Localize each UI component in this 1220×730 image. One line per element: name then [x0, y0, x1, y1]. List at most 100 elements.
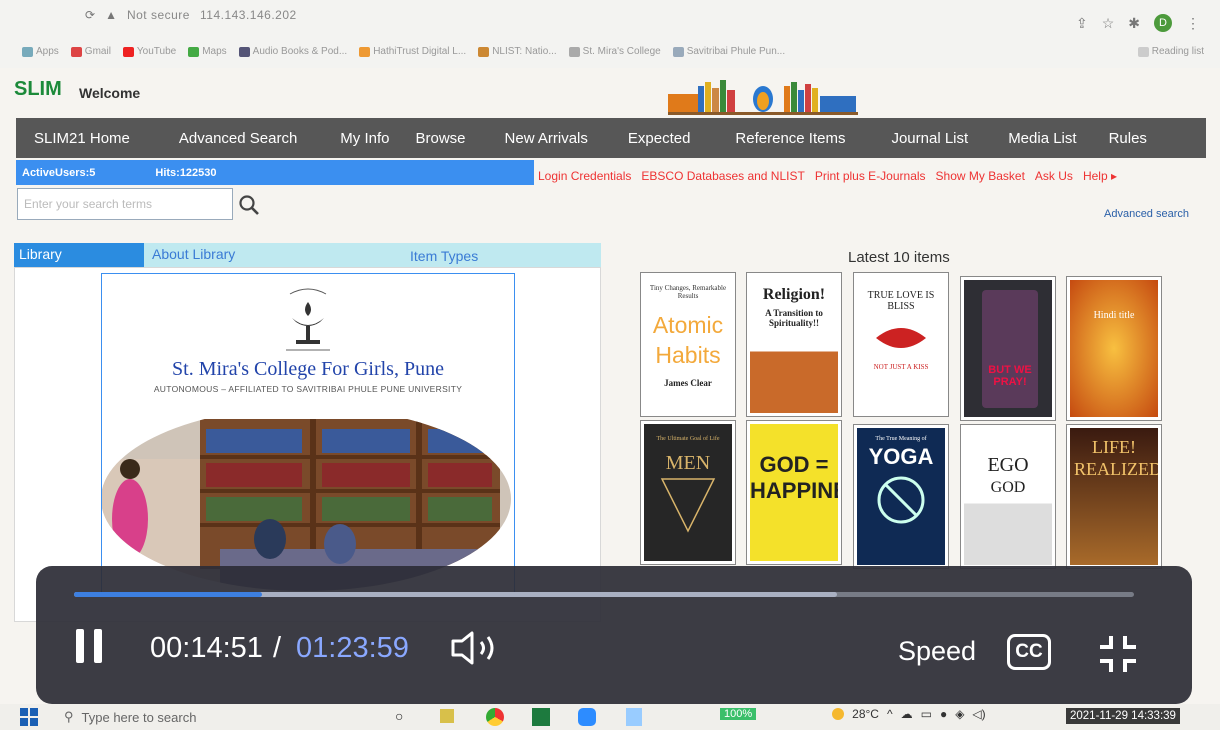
nav-home[interactable]: SLIM21 Home: [34, 130, 130, 147]
bookmark-item[interactable]: Gmail: [70, 46, 111, 57]
advanced-search-link[interactable]: Advanced search: [1104, 208, 1189, 220]
current-time: 00:14:51: [150, 632, 263, 664]
address-text[interactable]: 114.143.146.202: [200, 8, 297, 22]
book-cover[interactable]: TRUE LOVE IS BLISS NOT JUST A KISS: [853, 272, 949, 417]
reading-list[interactable]: Reading list: [1137, 46, 1204, 57]
bookmark-item[interactable]: YouTube: [122, 46, 176, 57]
book-subtitle: GOD: [990, 479, 1026, 496]
speaker-icon[interactable]: ◁): [972, 707, 985, 721]
book-title: YOGA: [868, 444, 934, 469]
nav-advanced-search[interactable]: Advanced Search: [179, 130, 297, 147]
book-cover[interactable]: The True Meaning of YOGA: [853, 424, 949, 569]
book-title: Religion!: [762, 286, 826, 303]
time-separator: /: [273, 632, 282, 664]
chrome-icon[interactable]: [486, 708, 504, 726]
bookmark-item[interactable]: Audio Books & Pod...: [238, 46, 347, 57]
nav-expected[interactable]: Expected: [628, 130, 691, 147]
nav-media-list[interactable]: Media List: [1008, 130, 1076, 147]
windows-start-icon[interactable]: [20, 708, 38, 726]
pause-icon[interactable]: [74, 628, 104, 664]
extension-icon[interactable]: ✱: [1128, 15, 1140, 32]
book-cover[interactable]: EGO GOD: [960, 424, 1056, 569]
nav-browse[interactable]: Browse: [415, 130, 465, 147]
address-bar[interactable]: ⟳ ▲ Not secure 114.143.146.202: [85, 8, 297, 22]
book-tagline: The Ultimate Goal of Life: [656, 436, 720, 442]
search-icon: ⚲: [64, 709, 74, 724]
mic-icon[interactable]: ●: [940, 707, 947, 721]
book-tagline: The True Meaning of: [875, 436, 927, 442]
taskbar-search[interactable]: ⚲ Type here to search: [64, 704, 196, 730]
bookmark-item[interactable]: St. Mira's College: [568, 46, 661, 57]
cc-button[interactable]: CC: [1007, 634, 1051, 670]
book-cover[interactable]: BUT WE PRAY!: [960, 276, 1056, 421]
bookmark-item[interactable]: Apps: [22, 46, 59, 57]
college-emblem-icon: [286, 288, 330, 351]
speed-button[interactable]: Speed: [898, 636, 976, 667]
clock[interactable]: 2021-11-29 14:33:39: [1066, 708, 1180, 724]
link-ask-us[interactable]: Ask Us: [1035, 169, 1073, 183]
book-cover[interactable]: Tiny Changes, Remarkable Results Atomic …: [640, 272, 736, 417]
tab-item-types[interactable]: Item Types: [410, 248, 478, 264]
bookmark-item[interactable]: HathiTrust Digital L...: [359, 46, 466, 57]
share-icon[interactable]: ⇪: [1076, 15, 1088, 32]
search-input[interactable]: Enter your search terms: [17, 188, 233, 220]
yoga-circle-icon: [877, 476, 925, 524]
network-icon[interactable]: ◈: [955, 707, 964, 721]
book-cover[interactable]: Religion! A Transition to Spirituality!!: [746, 272, 842, 417]
book-cover[interactable]: LIFE! REALIZED!!: [1066, 424, 1162, 569]
nav-journal-list[interactable]: Journal List: [891, 130, 968, 147]
book-title: GOD = HAPPINESS: [750, 452, 838, 503]
slim-logo[interactable]: SLIM: [14, 78, 62, 101]
battery-icon[interactable]: ▭: [921, 707, 932, 721]
reload-icon[interactable]: ⟳: [85, 8, 95, 22]
book-title: LIFE! REALIZED!!: [1074, 437, 1158, 479]
nav-rules[interactable]: Rules: [1109, 130, 1147, 147]
tab-about-library[interactable]: About Library: [152, 246, 235, 262]
link-help[interactable]: Help ▸: [1083, 169, 1117, 183]
chevron-up-icon[interactable]: ^: [887, 707, 893, 721]
latest-items-title: Latest 10 items: [848, 249, 950, 266]
cloud-icon[interactable]: ☁: [901, 707, 913, 721]
star-icon[interactable]: ☆: [1102, 15, 1115, 32]
warning-icon: ▲: [105, 8, 117, 22]
excel-icon[interactable]: [532, 708, 550, 726]
browser-chrome: ⟳ ▲ Not secure 114.143.146.202 ⇪ ☆ ✱ D ⋮…: [0, 0, 1220, 68]
exit-fullscreen-icon[interactable]: [1098, 634, 1138, 674]
book-cover[interactable]: The Ultimate Goal of Life MEN: [640, 420, 736, 565]
zoom-level: 100%: [720, 708, 757, 720]
book-cover[interactable]: GOD = HAPPINESS: [746, 420, 842, 565]
bookmark-item[interactable]: NLIST: Natio...: [478, 46, 557, 57]
books-banner-icon: [668, 80, 858, 115]
volume-icon[interactable]: [450, 630, 502, 666]
weather-icon: [832, 708, 845, 720]
file-explorer-icon[interactable]: [440, 709, 454, 723]
seek-bar[interactable]: [74, 592, 1134, 597]
nav-reference-items[interactable]: Reference Items: [735, 130, 845, 147]
windows-taskbar: ⚲ Type here to search ○ 100% 28°C ^ ☁ ▭ …: [0, 704, 1220, 730]
link-show-basket[interactable]: Show My Basket: [936, 169, 1025, 183]
seek-progress: [74, 592, 262, 597]
nav-new-arrivals[interactable]: New Arrivals: [505, 130, 588, 147]
tab-library[interactable]: Library: [14, 243, 144, 267]
bookmark-item[interactable]: Maps: [188, 46, 227, 57]
book-tagline: Tiny Changes, Remarkable Results: [649, 284, 727, 300]
book-subtitle: NOT JUST A KISS: [873, 363, 929, 371]
search-icon[interactable]: [238, 194, 260, 216]
book-author: James Clear: [664, 378, 712, 388]
task-view-icon[interactable]: ○: [395, 708, 403, 724]
nav-my-info[interactable]: My Info: [340, 130, 389, 147]
zoom-icon[interactable]: [578, 708, 596, 726]
link-print-ejournals[interactable]: Print plus E-Journals: [815, 169, 926, 183]
app-icon[interactable]: [626, 708, 642, 726]
bookmark-item[interactable]: Savitribai Phule Pun...: [672, 46, 785, 57]
book-title: TRUE LOVE IS BLISS: [867, 290, 935, 312]
book-title: MEN: [665, 452, 711, 474]
triangle-icon: [660, 478, 716, 533]
college-banner: St. Mira's College For Girls, Pune AUTON…: [101, 273, 515, 593]
avatar[interactable]: D: [1154, 14, 1172, 32]
bookmarks-bar: Apps Gmail YouTube Maps Audio Books & Po…: [22, 46, 1204, 57]
link-ebsco[interactable]: EBSCO Databases and NLIST: [641, 169, 804, 183]
menu-icon[interactable]: ⋮: [1186, 15, 1200, 32]
book-cover[interactable]: Hindi title: [1066, 276, 1162, 421]
link-login-credentials[interactable]: Login Credentials: [538, 169, 631, 183]
